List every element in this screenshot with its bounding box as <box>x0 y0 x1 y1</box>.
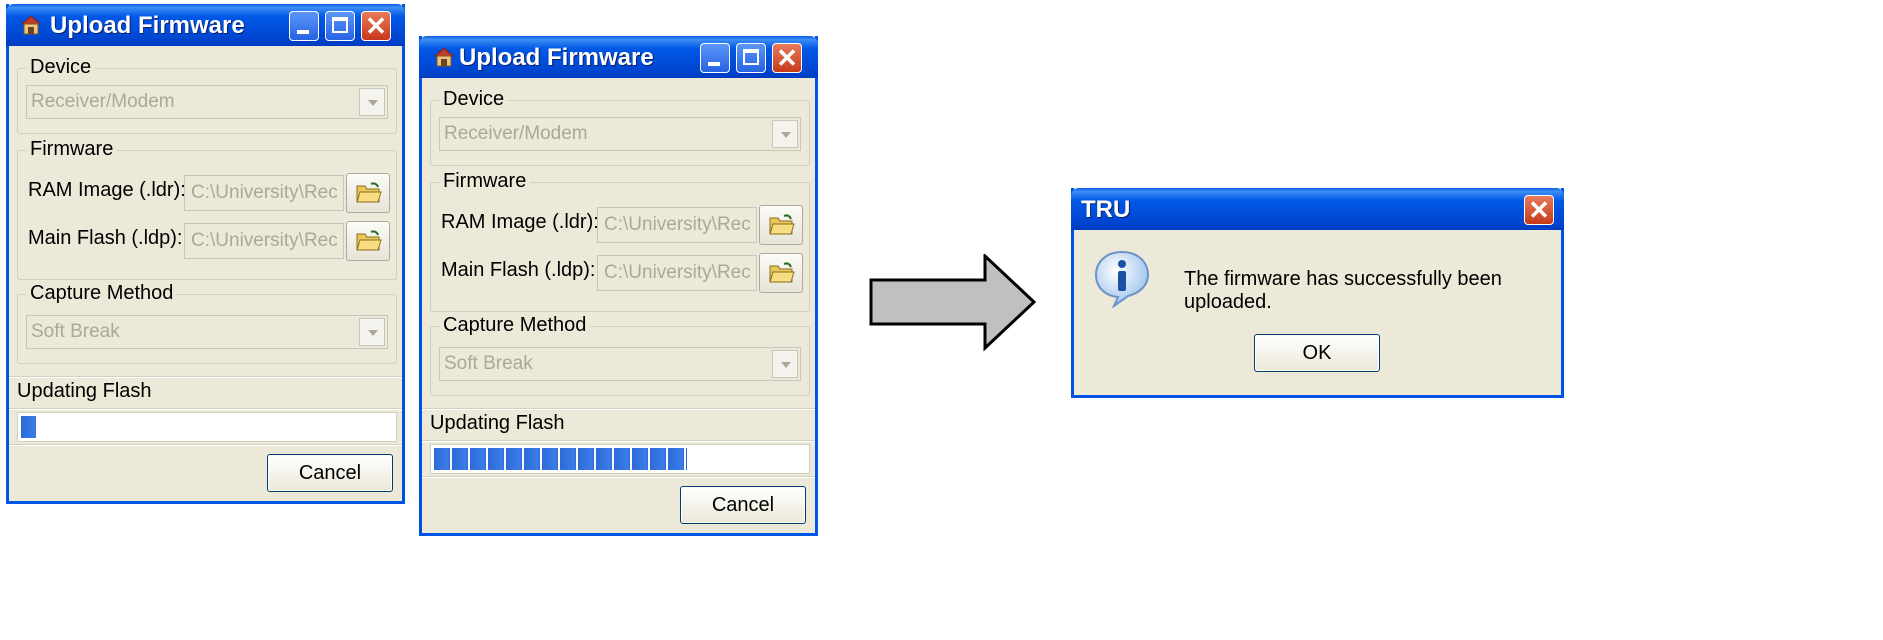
device-group: Device Receiver/Modem <box>17 56 397 134</box>
divider <box>422 476 815 478</box>
dialog-title: TRU <box>1081 196 1131 223</box>
capture-method-select[interactable]: Soft Break <box>439 347 801 381</box>
main-flash-browse-button[interactable] <box>346 221 390 261</box>
folder-open-icon <box>356 230 382 251</box>
maximize-button[interactable] <box>736 43 766 73</box>
window-title: Upload Firmware <box>50 12 245 39</box>
close-icon: ✕ <box>365 11 387 41</box>
close-button[interactable]: ✕ <box>772 43 802 73</box>
dialog-message: The firmware has successfully been uploa… <box>1184 268 1502 313</box>
chevron-down-icon[interactable] <box>359 318 385 346</box>
firmware-group: Firmware RAM Image (.ldr): C:\University… <box>17 138 397 280</box>
main-flash-label: Main Flash (.ldp): <box>441 259 596 281</box>
progress-fill <box>434 448 687 470</box>
cancel-button[interactable]: Cancel <box>267 454 393 492</box>
status-text: Updating Flash <box>17 380 152 402</box>
app-icon <box>20 15 42 35</box>
close-icon: ✕ <box>776 43 798 73</box>
ok-button[interactable]: OK <box>1254 334 1380 372</box>
app-icon <box>433 47 455 67</box>
folder-open-icon <box>769 262 795 283</box>
upload-firmware-window-middle: Upload Firmware ✕ Device Receiver/Modem … <box>419 36 818 536</box>
upload-progress-bar <box>17 412 397 442</box>
device-select[interactable]: Receiver/Modem <box>439 117 801 151</box>
device-select[interactable]: Receiver/Modem <box>26 85 388 119</box>
maximize-icon <box>743 49 759 65</box>
chevron-down-icon[interactable] <box>359 88 385 116</box>
main-flash-path-field[interactable]: C:\University\Rec <box>184 223 344 259</box>
firmware-group: Firmware RAM Image (.ldr): C:\University… <box>430 170 810 312</box>
divider <box>9 444 402 446</box>
close-button[interactable]: ✕ <box>1524 195 1554 225</box>
arrow-right-icon <box>869 254 1037 352</box>
maximize-button[interactable] <box>325 11 355 41</box>
divider <box>9 408 402 410</box>
divider <box>422 408 815 410</box>
title-bar[interactable]: TRU ✕ <box>1071 188 1564 230</box>
upload-firmware-window-left: Upload Firmware ✕ Device Receiver/Modem … <box>6 4 405 504</box>
capture-method-value: Soft Break <box>31 321 120 342</box>
close-button[interactable]: ✕ <box>361 11 391 41</box>
ram-image-label: RAM Image (.ldr): <box>441 211 599 233</box>
device-group-label: Device <box>26 56 96 79</box>
title-bar[interactable]: Upload Firmware ✕ <box>419 36 818 78</box>
divider <box>9 376 402 378</box>
capture-method-select[interactable]: Soft Break <box>26 315 388 349</box>
capture-method-value: Soft Break <box>444 353 533 374</box>
device-select-value: Receiver/Modem <box>31 91 175 112</box>
tru-message-dialog: TRU ✕ The firmware has successfully been… <box>1071 188 1564 398</box>
folder-open-icon <box>769 214 795 235</box>
capture-method-group: Capture Method Soft Break <box>17 282 397 364</box>
capture-method-label: Capture Method <box>439 314 591 337</box>
status-text: Updating Flash <box>430 412 565 434</box>
progress-fill <box>21 416 36 438</box>
capture-method-group: Capture Method Soft Break <box>430 314 810 396</box>
title-bar[interactable]: Upload Firmware ✕ <box>6 4 405 46</box>
main-flash-label: Main Flash (.ldp): <box>28 227 183 249</box>
device-select-value: Receiver/Modem <box>444 123 588 144</box>
firmware-group-label: Firmware <box>439 170 531 193</box>
divider <box>422 440 815 442</box>
minimize-icon <box>708 62 720 66</box>
folder-open-icon <box>356 182 382 203</box>
window-title: Upload Firmware <box>459 44 654 71</box>
chevron-down-icon[interactable] <box>772 120 798 148</box>
minimize-button[interactable] <box>289 11 319 41</box>
upload-progress-bar <box>430 444 810 474</box>
info-icon <box>1094 250 1150 308</box>
device-group-label: Device <box>439 88 509 111</box>
minimize-button[interactable] <box>700 43 730 73</box>
capture-method-label: Capture Method <box>26 282 178 305</box>
main-flash-path-field[interactable]: C:\University\Rec <box>597 255 757 291</box>
firmware-group-label: Firmware <box>26 138 118 161</box>
close-icon: ✕ <box>1528 195 1550 225</box>
ram-image-browse-button[interactable] <box>346 173 390 213</box>
main-flash-browse-button[interactable] <box>759 253 803 293</box>
minimize-icon <box>297 30 309 34</box>
chevron-down-icon[interactable] <box>772 350 798 378</box>
cancel-button[interactable]: Cancel <box>680 486 806 524</box>
maximize-icon <box>332 17 348 33</box>
device-group: Device Receiver/Modem <box>430 88 810 166</box>
ram-image-path-field[interactable]: C:\University\Rec <box>184 175 344 211</box>
ram-image-browse-button[interactable] <box>759 205 803 245</box>
ram-image-label: RAM Image (.ldr): <box>28 179 186 201</box>
ram-image-path-field[interactable]: C:\University\Rec <box>597 207 757 243</box>
